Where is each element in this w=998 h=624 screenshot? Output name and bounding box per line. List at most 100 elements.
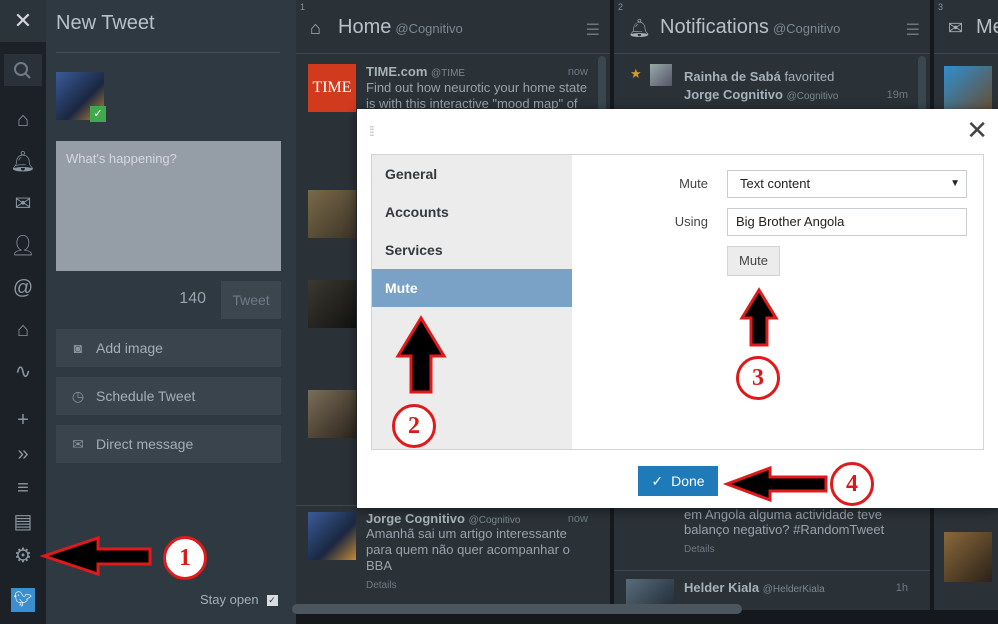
accounts-icon[interactable]: ▤: [9, 508, 37, 536]
drag-handle-icon[interactable]: ⁞⁞: [369, 123, 375, 139]
nav-item-services[interactable]: Services: [372, 231, 572, 269]
author-name: TIME.com: [366, 64, 428, 79]
author-handle: @TIME: [431, 68, 466, 79]
nav-item-accounts[interactable]: Accounts: [372, 193, 572, 231]
direct-message-label: Direct message: [96, 436, 194, 452]
search-icon: [14, 62, 31, 79]
tweet-author[interactable]: Jorge Cognitivo @Cognitivo: [366, 511, 520, 526]
nav-item-general[interactable]: General: [372, 155, 572, 193]
nav-item-mute[interactable]: Mute: [372, 269, 572, 307]
close-compose-icon[interactable]: ✕: [0, 0, 46, 42]
details-link[interactable]: Details: [684, 544, 715, 555]
mute-type-select[interactable]: Text content ▼: [727, 170, 967, 198]
tweet-avatar[interactable]: [308, 280, 356, 328]
add-image-button[interactable]: ◙ Add image: [56, 329, 281, 367]
tweet-avatar[interactable]: [308, 190, 356, 238]
details-link[interactable]: Details: [366, 580, 397, 591]
tweetdeck-app: ✕ ⌂ 🔔︎ ✉ 👤︎ @ ⌂ ∿ + » ≡ ▤ ⚙ 🐦︎ New Tweet…: [0, 0, 998, 624]
column-scrollbar[interactable]: [918, 56, 926, 116]
annotation-number-2: 2: [392, 404, 436, 448]
done-label: Done: [671, 473, 705, 489]
column-handle: @Cognitivo: [395, 21, 463, 36]
tweet-text: Amanhã sai um artigo interessante: [366, 526, 567, 541]
bell-icon[interactable]: 🔔︎: [9, 148, 37, 176]
envelope-icon: ✉: [948, 18, 964, 38]
mute-term-input[interactable]: Big Brother Angola: [727, 208, 967, 236]
column-settings-icon[interactable]: ☰: [906, 20, 920, 40]
tweet-avatar[interactable]: TIME: [308, 64, 356, 112]
envelope-icon: ✉: [72, 436, 84, 452]
tweet-author[interactable]: Jorge Cognitivo @Cognitivo: [684, 87, 838, 102]
author-handle: @Cognitivo: [786, 91, 839, 102]
annotation-number-3: 3: [736, 356, 780, 400]
annotation-number-1: 1: [163, 536, 207, 580]
schedule-tweet-button[interactable]: ◷ Schedule Tweet: [56, 377, 281, 415]
add-image-label: Add image: [96, 340, 163, 356]
tweet-time: now: [567, 66, 588, 78]
mute-label: Mute: [679, 176, 708, 191]
horizontal-scrollbar[interactable]: [292, 604, 742, 614]
mute-button[interactable]: Mute: [727, 246, 780, 276]
tweet-avatar[interactable]: [308, 512, 356, 560]
star-icon: ★: [630, 66, 642, 81]
home-alt-icon[interactable]: ⌂: [9, 316, 37, 344]
account-avatar[interactable]: ✓: [56, 72, 106, 122]
notification-item[interactable]: ★ Rainha de Sabá favorited Jorge Cogniti…: [614, 60, 930, 110]
using-label: Using: [674, 214, 708, 229]
home-icon[interactable]: ⌂: [9, 106, 37, 134]
schedule-tweet-label: Schedule Tweet: [96, 388, 196, 404]
column-header: 2 🔔︎ Notifications @Cognitivo ☰: [614, 0, 930, 54]
message-avatar[interactable]: [944, 532, 992, 582]
char-count: 140: [179, 290, 206, 307]
home-icon: ⌂: [310, 18, 321, 38]
actor-avatar[interactable]: [650, 64, 672, 86]
column-settings-icon[interactable]: ☰: [586, 20, 600, 40]
envelope-icon[interactable]: ✉: [9, 190, 37, 218]
divider: [56, 52, 280, 53]
stay-open-toggle[interactable]: Stay open ✓: [200, 592, 278, 607]
notification-action: favorited: [784, 69, 835, 84]
column-name: Home: [338, 16, 392, 38]
user-icon[interactable]: 👤︎: [9, 232, 37, 260]
column-title[interactable]: Me: [976, 16, 998, 39]
tweet-avatar[interactable]: [308, 390, 356, 438]
nav-rail: ✕ ⌂ 🔔︎ ✉ 👤︎ @ ⌂ ∿ + » ≡ ▤ ⚙ 🐦︎: [0, 0, 46, 624]
column-number: 1: [300, 2, 306, 12]
author-name: Jorge Cognitivo: [366, 511, 465, 526]
notification-actor[interactable]: Rainha de Sabá favorited: [684, 69, 834, 84]
new-tweet-panel: New Tweet ✓ What's happening? 140 Tweet …: [46, 0, 296, 624]
column-header: 1 ⌂ Home @Cognitivo ☰: [296, 0, 610, 54]
clock-icon: ◷: [71, 388, 85, 404]
mute-type-value: Text content: [740, 176, 811, 191]
column-handle: @Cognitivo: [772, 21, 841, 36]
activity-icon[interactable]: ∿: [9, 358, 37, 386]
column-title[interactable]: Notifications @Cognitivo: [660, 16, 840, 39]
gear-icon[interactable]: ⚙: [9, 542, 37, 570]
tweet-author[interactable]: TIME.com @TIME: [366, 64, 465, 79]
column-title[interactable]: Home @Cognitivo: [338, 16, 463, 39]
annotation-number-4: 4: [830, 462, 874, 506]
add-column-icon[interactable]: +: [9, 406, 37, 434]
tweet-button[interactable]: Tweet: [221, 281, 281, 319]
chevron-down-icon: ▼: [950, 178, 960, 189]
tweet-item[interactable]: Jorge Cognitivo @Cognitivo now Amanhã sa…: [296, 505, 610, 600]
tweet-time: 1h: [895, 582, 908, 594]
search-button[interactable]: [4, 54, 42, 86]
collapse-icon[interactable]: »: [9, 440, 37, 468]
direct-message-button[interactable]: ✉ Direct message: [56, 425, 281, 463]
done-button[interactable]: ✓ Done: [638, 466, 718, 496]
close-icon[interactable]: ✕: [966, 117, 988, 143]
twitter-logo-icon[interactable]: 🐦︎: [11, 588, 35, 612]
mentions-icon[interactable]: @: [9, 274, 37, 302]
settings-body: General Accounts Services Mute Mute Text…: [371, 154, 984, 450]
compose-textarea[interactable]: What's happening?: [56, 141, 281, 271]
column-header: 3 ✉ Me: [934, 0, 998, 54]
stay-open-label: Stay open: [200, 592, 259, 607]
settings-dialog: ⁞⁞ ✕ General Accounts Services Mute Mute…: [357, 109, 998, 508]
stay-open-checkbox[interactable]: ✓: [266, 595, 278, 607]
settings-nav: General Accounts Services Mute: [372, 155, 572, 449]
filter-icon[interactable]: ≡: [9, 474, 37, 502]
column-name: Notifications: [660, 16, 769, 38]
tweet-author[interactable]: Helder Kiala @HelderKiala: [684, 580, 825, 595]
check-icon: ✓: [651, 473, 664, 489]
